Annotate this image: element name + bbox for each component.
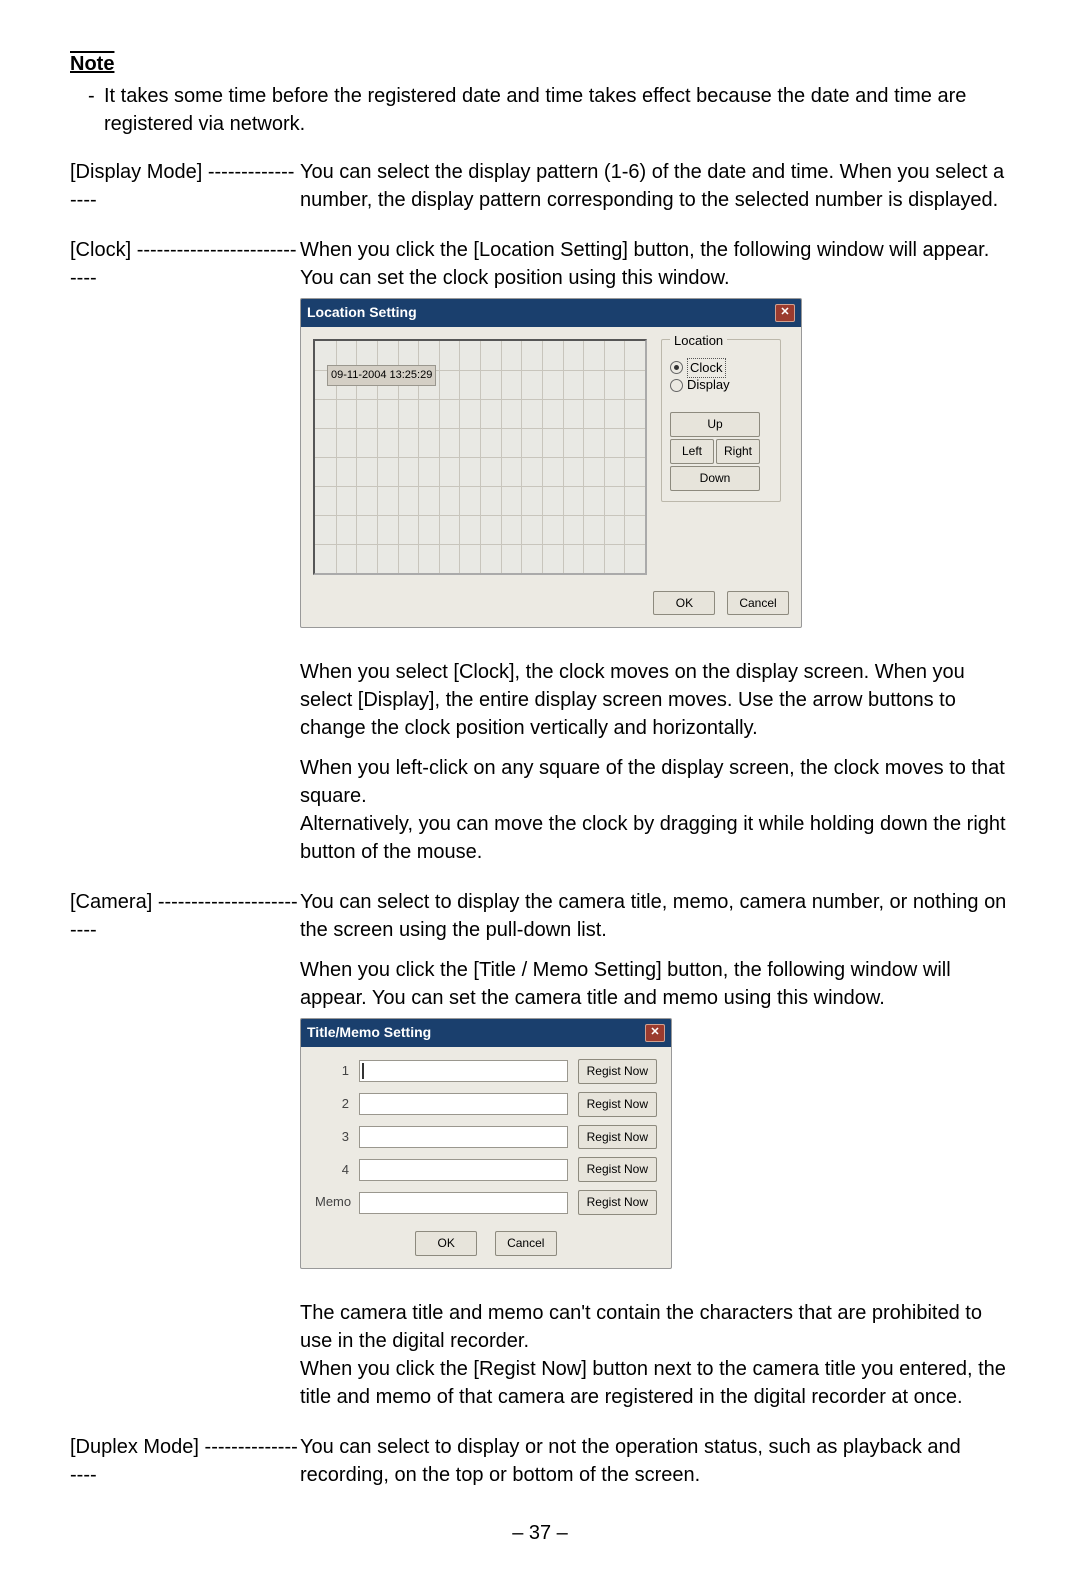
clock-position-chip[interactable]: 09-11-2004 13:25:29 (327, 365, 436, 386)
position-grid[interactable]: 09-11-2004 13:25:29 (313, 339, 647, 575)
note-text: It takes some time before the registered… (104, 82, 1010, 138)
down-button[interactable]: Down (670, 466, 760, 491)
clock-label: [Clock] (70, 239, 131, 261)
regist-now-button[interactable]: Regist Now (578, 1190, 657, 1215)
tm-dialog-title: Title/Memo Setting (307, 1023, 431, 1043)
clock-text2: When you select [Clock], the clock moves… (300, 658, 1010, 742)
title-input-3[interactable] (359, 1126, 568, 1148)
clock-text1: When you click the [Location Setting] bu… (300, 236, 1010, 292)
note-dash: - (88, 82, 104, 138)
clock-text3: When you left-click on any square of the… (300, 754, 1010, 810)
radio-display[interactable]: Display (670, 376, 772, 394)
regist-now-button[interactable]: Regist Now (578, 1125, 657, 1150)
radio-clock[interactable]: Clock (670, 358, 772, 378)
title-input-4[interactable] (359, 1159, 568, 1181)
location-setting-dialog: Location Setting ✕ 09-11-2004 13:25:29 L… (300, 298, 802, 628)
camera-text4: When you click the [Regist Now] button n… (300, 1355, 1010, 1411)
display-mode-text: You can select the display pattern (1-6)… (300, 158, 1010, 214)
regist-now-button[interactable]: Regist Now (578, 1157, 657, 1182)
title-memo-dialog: Title/Memo Setting ✕ 1Regist Now 2Regist… (300, 1018, 672, 1268)
ok-button[interactable]: OK (415, 1231, 477, 1256)
memo-input[interactable] (359, 1192, 568, 1214)
display-mode-label: [Display Mode] (70, 161, 202, 183)
camera-text2: When you click the [Title / Memo Setting… (300, 956, 1010, 1012)
table-row: 2Regist Now (315, 1092, 657, 1117)
close-icon[interactable]: ✕ (775, 304, 795, 322)
location-legend: Location (670, 332, 727, 350)
left-button[interactable]: Left (670, 439, 714, 464)
camera-label: [Camera] (70, 891, 152, 913)
table-row: 3Regist Now (315, 1125, 657, 1150)
table-row: 1Regist Now (315, 1059, 657, 1084)
duplex-text: You can select to display or not the ope… (300, 1433, 1010, 1489)
regist-now-button[interactable]: Regist Now (578, 1092, 657, 1117)
cancel-button[interactable]: Cancel (495, 1231, 557, 1256)
clock-text4: Alternatively, you can move the clock by… (300, 810, 1010, 866)
page-number: – 37 – (70, 1519, 1010, 1547)
title-input-1[interactable] (359, 1060, 568, 1082)
note-label: Note (70, 50, 114, 78)
up-button[interactable]: Up (670, 412, 760, 437)
table-row: 4Regist Now (315, 1157, 657, 1182)
location-dialog-title: Location Setting (307, 303, 417, 323)
regist-now-button[interactable]: Regist Now (578, 1059, 657, 1084)
title-input-2[interactable] (359, 1093, 568, 1115)
duplex-label: [Duplex Mode] (70, 1436, 199, 1458)
close-icon[interactable]: ✕ (645, 1024, 665, 1042)
right-button[interactable]: Right (716, 439, 760, 464)
cancel-button[interactable]: Cancel (727, 591, 789, 616)
camera-text1: You can select to display the camera tit… (300, 888, 1010, 944)
camera-text3: The camera title and memo can't contain … (300, 1299, 1010, 1355)
table-row: MemoRegist Now (315, 1190, 657, 1215)
ok-button[interactable]: OK (653, 591, 715, 616)
